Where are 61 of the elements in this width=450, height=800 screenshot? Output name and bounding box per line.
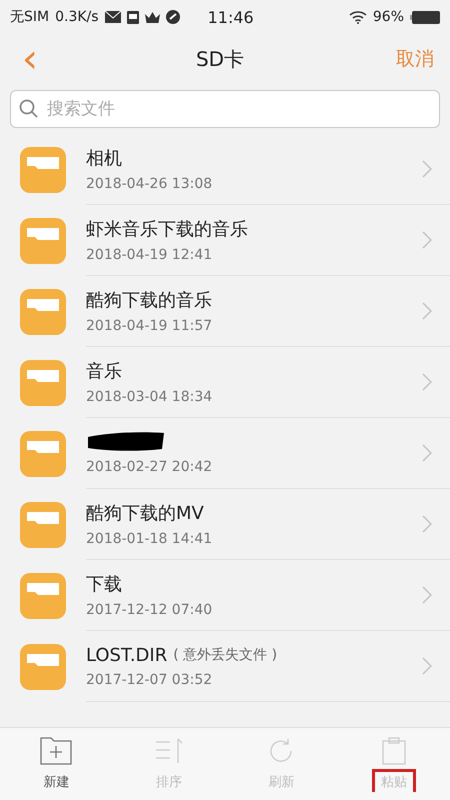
folder-name: 音乐 <box>86 360 122 383</box>
app-icon <box>126 10 139 24</box>
folder-row[interactable]: 下载 2017-12-12 07:40 <box>0 560 450 631</box>
paste-icon <box>380 736 407 764</box>
modified-date: 2018-04-19 11:57 <box>86 318 214 334</box>
wifi-icon <box>348 10 367 24</box>
battery-percent: 96% <box>372 9 404 25</box>
modified-date: 2018-04-19 12:41 <box>86 247 214 263</box>
highlight-frame: 粘贴 <box>372 768 416 792</box>
new-folder-icon <box>40 736 72 764</box>
modified-date: 2018-03-04 18:34 <box>86 389 214 405</box>
carrier-text: 无SIM <box>10 8 50 26</box>
folder-row[interactable]: 相机 2018-04-26 13:08 <box>0 134 450 205</box>
folder-icon <box>20 288 66 334</box>
folder-icon <box>20 146 66 192</box>
chevron-right-icon <box>422 515 432 533</box>
folder-row[interactable]: 虾米音乐下载的音乐 2018-04-19 12:41 <box>0 205 450 276</box>
folder-note: ( 意外丢失文件 ) <box>173 646 278 664</box>
mail-icon <box>104 11 121 23</box>
folder-name: 相机 <box>86 147 122 170</box>
folder-icon <box>20 644 66 690</box>
highlight-frame: 刷新 <box>259 768 304 792</box>
folder-icon <box>20 360 66 406</box>
folder-row[interactable]: LOST.DIR ( 意外丢失文件 ) 2017-12-07 03:52 <box>0 631 450 702</box>
toolbar-button[interactable]: 新建 <box>0 728 112 800</box>
folder-icon <box>20 502 66 548</box>
folder-name: 虾米音乐下载的音乐 <box>86 218 248 241</box>
chevron-right-icon <box>422 586 432 604</box>
folder-row[interactable]: 2018-02-27 20:42 <box>0 418 450 489</box>
folder-name: 下载 <box>86 573 122 596</box>
sort-icon <box>154 736 184 764</box>
modified-date: 2018-01-18 14:41 <box>86 531 214 547</box>
highlight-frame: 排序 <box>146 768 191 792</box>
folder-icon <box>20 572 66 618</box>
badge-icon <box>166 10 180 24</box>
modified-date: 2018-04-26 13:08 <box>86 176 214 192</box>
folder-row[interactable]: 音乐 2018-03-04 18:34 <box>0 347 450 418</box>
modified-date: 2017-12-12 07:40 <box>86 602 214 618</box>
folder-row[interactable]: 酷狗下载的音乐 2018-04-19 11:57 <box>0 276 450 347</box>
clock: 11:46 <box>208 8 255 26</box>
chevron-right-icon <box>422 657 432 675</box>
highlight-frame: 新建 <box>34 768 78 792</box>
modified-date: 2017-12-07 03:52 <box>86 672 214 688</box>
battery-icon <box>410 10 440 24</box>
chevron-right-icon <box>422 231 432 249</box>
search-field[interactable]: 搜索文件 <box>10 90 440 128</box>
modified-date: 2018-02-27 20:42 <box>86 459 214 475</box>
chevron-right-icon <box>422 373 432 391</box>
network-speed: 0.3K/s <box>55 9 99 25</box>
folder-row[interactable]: 酷狗下载的MV 2018-01-18 14:41 <box>0 489 450 560</box>
chevron-right-icon <box>422 302 432 320</box>
crown-icon <box>144 12 160 22</box>
search-icon <box>19 99 39 119</box>
chevron-right-icon <box>422 444 432 462</box>
folder-icon <box>20 218 66 264</box>
page-title: SD卡 <box>196 46 244 72</box>
chevron-right-icon <box>422 160 432 178</box>
folder-name: 酷狗下载的MV <box>86 502 204 525</box>
folder-name: 酷狗下载的音乐 <box>86 289 212 312</box>
folder-name: LOST.DIR <box>86 644 168 666</box>
folder-icon <box>20 430 66 476</box>
